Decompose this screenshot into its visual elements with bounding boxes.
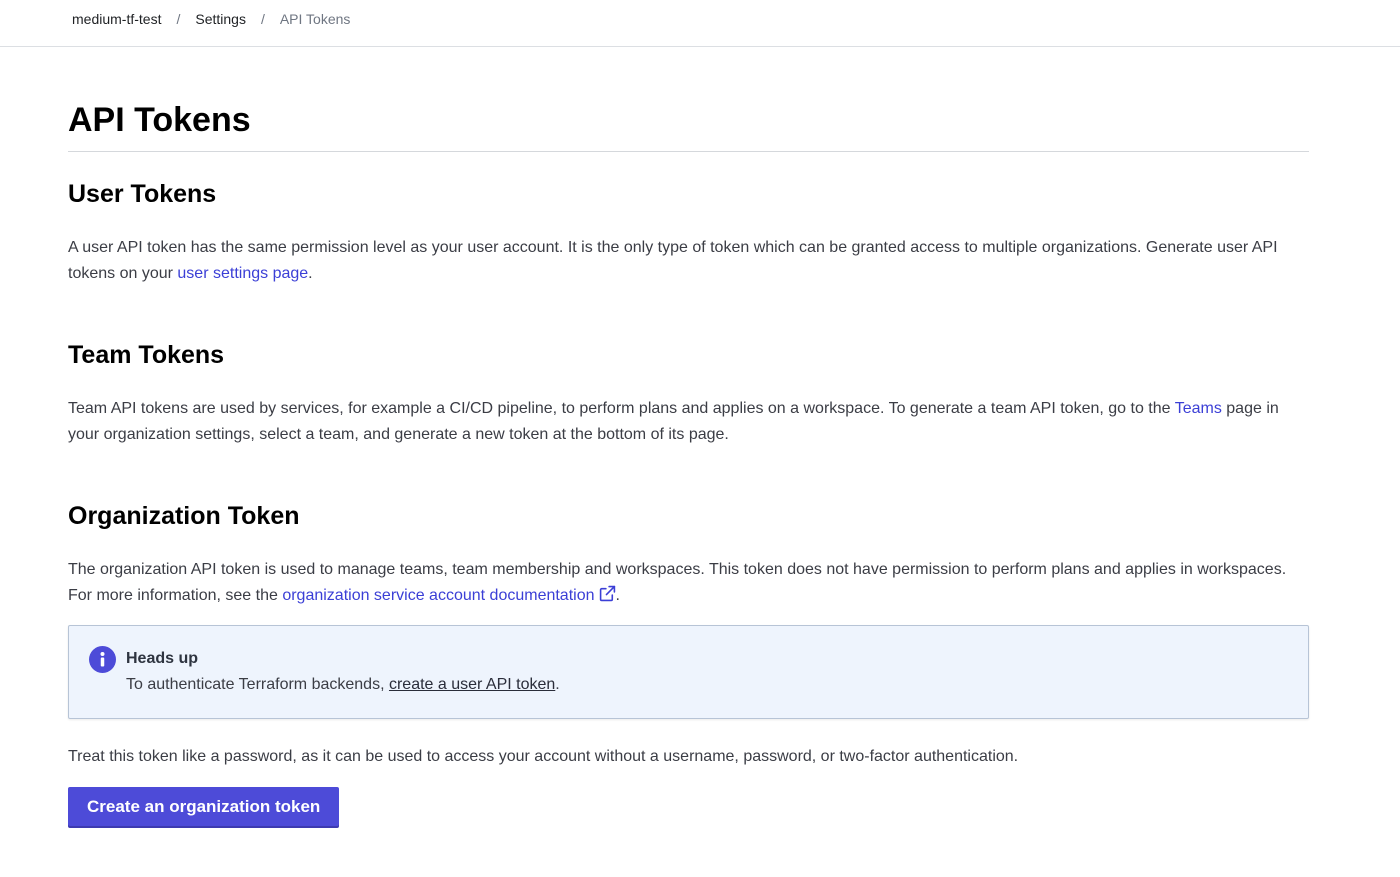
- heads-up-callout: Heads up To authenticate Terraform backe…: [68, 625, 1309, 719]
- user-tokens-text-end: .: [308, 265, 313, 282]
- team-tokens-heading: Team Tokens: [68, 341, 225, 369]
- info-icon: [89, 646, 116, 673]
- user-tokens-description: A user API token has the same permission…: [68, 235, 1309, 287]
- organization-token-description: The organization API token is used to ma…: [68, 557, 1309, 609]
- breadcrumb-separator: /: [260, 11, 265, 27]
- organization-token-heading: Organization Token: [68, 502, 300, 530]
- create-organization-token-button[interactable]: Create an organization token: [68, 787, 340, 826]
- organization-token-text: The organization API token is used to ma…: [68, 561, 1287, 604]
- callout-body: To authenticate Terraform backends, crea…: [126, 674, 560, 696]
- team-tokens-text: Team API tokens are used by services, fo…: [68, 400, 1175, 417]
- breadcrumb: medium-tf-test / Settings / API Tokens: [72, 11, 350, 27]
- user-settings-page-link[interactable]: user settings page: [177, 265, 308, 282]
- token-warning-text: Treat this token like a password, as it …: [68, 748, 1019, 765]
- page-title: API Tokens: [68, 101, 251, 139]
- top-bar: medium-tf-test / Settings / API Tokens: [0, 0, 1400, 47]
- team-tokens-description: Team API tokens are used by services, fo…: [68, 396, 1309, 448]
- service-account-docs-link[interactable]: organization service account documentati…: [282, 585, 615, 604]
- external-link-icon: [599, 585, 615, 602]
- user-tokens-heading: User Tokens: [68, 180, 217, 208]
- organization-token-text-end: .: [615, 587, 620, 604]
- breadcrumb-org-link[interactable]: medium-tf-test: [72, 11, 161, 27]
- create-user-api-token-link[interactable]: create a user API token: [389, 676, 555, 693]
- callout-text: To authenticate Terraform backends,: [126, 676, 389, 693]
- breadcrumb-separator: /: [176, 11, 181, 27]
- breadcrumb-settings-link[interactable]: Settings: [195, 11, 246, 27]
- callout-text-end: .: [555, 676, 560, 693]
- teams-link[interactable]: Teams: [1175, 400, 1222, 417]
- service-account-docs-link-label: organization service account documentati…: [282, 587, 595, 604]
- breadcrumb-current: API Tokens: [279, 11, 351, 27]
- title-divider: [68, 151, 1309, 152]
- callout-title: Heads up: [126, 650, 199, 667]
